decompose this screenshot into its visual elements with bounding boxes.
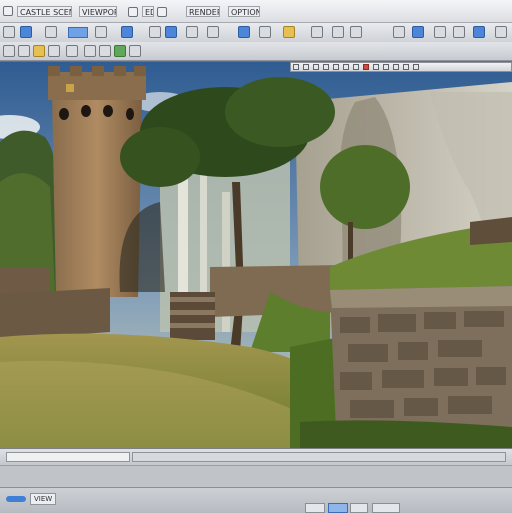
status-bar: VIEW [0,487,512,513]
tool-c-icon[interactable] [33,45,45,57]
status-label: VIEW [30,493,57,505]
tool-d-icon[interactable] [48,45,60,57]
panel-gap [0,465,512,488]
viewport-icon-4[interactable] [323,64,329,70]
menu-render[interactable]: RENDERER [186,6,220,17]
snap-icon[interactable] [238,26,250,38]
timeline-field[interactable] [6,452,130,462]
progress-indicator [6,496,26,502]
camera-icon[interactable] [259,26,271,38]
viewport-icon-3[interactable] [313,64,319,70]
menu-icon[interactable] [495,26,507,38]
light-icon[interactable] [283,26,295,38]
settings-icon[interactable] [434,26,446,38]
viewport-icon-13[interactable] [413,64,419,70]
save-icon[interactable] [45,26,57,38]
tool-b-icon[interactable] [18,45,30,57]
record-icon[interactable] [363,64,369,70]
menu-file[interactable]: CASTLE SCENE [17,6,72,17]
panel-icon[interactable] [473,26,485,38]
tool-f-icon[interactable] [84,45,96,57]
main-toolbar [0,23,512,43]
viewport-icon-9[interactable] [373,64,379,70]
undo-icon[interactable] [95,26,107,38]
open-icon[interactable] [20,26,32,38]
window-icon[interactable] [128,7,138,17]
menu-edit[interactable]: EDIT [142,6,154,17]
viewport-icon-6[interactable] [343,64,349,70]
tool-h-icon[interactable] [114,45,126,57]
viewport-icon-12[interactable] [403,64,409,70]
layers-icon[interactable] [393,26,405,38]
render-viewport[interactable] [0,61,512,449]
mesh-icon[interactable] [332,26,344,38]
select-icon[interactable] [149,26,161,38]
move-icon[interactable] [165,26,177,38]
viewport-icon-11[interactable] [393,64,399,70]
tool-g-icon[interactable] [99,45,111,57]
viewport-icon-10[interactable] [383,64,389,70]
viewport-icon-1[interactable] [293,64,299,70]
viewport-toolbar [290,62,512,72]
render-icon[interactable] [412,26,424,38]
new-icon[interactable] [3,26,15,38]
app-icon[interactable] [3,6,13,16]
viewport-icon-5[interactable] [333,64,339,70]
secondary-toolbar [0,42,512,61]
viewport-icon-2[interactable] [303,64,309,70]
help-icon[interactable] [453,26,465,38]
material-icon[interactable] [311,26,323,38]
timeline-bar [0,448,512,465]
monitor-icon[interactable] [157,7,167,17]
tool-e-icon[interactable] [66,45,78,57]
scale-icon[interactable] [207,26,219,38]
tool-i-icon[interactable] [129,45,141,57]
menu-bar: CASTLE SCENE VIEWPORT EDIT RENDERER OPTI… [0,0,512,23]
menu-options[interactable]: OPTIONS [228,6,260,17]
timeline-track[interactable] [132,452,506,462]
redo-icon[interactable] [121,26,133,38]
viewport-icon-7[interactable] [353,64,359,70]
castle-render-image [0,62,512,449]
grid-icon[interactable] [350,26,362,38]
tool-a-icon[interactable] [3,45,15,57]
menu-view[interactable]: VIEWPORT [79,6,117,17]
mode-selector[interactable] [68,27,88,38]
rotate-icon[interactable] [186,26,198,38]
